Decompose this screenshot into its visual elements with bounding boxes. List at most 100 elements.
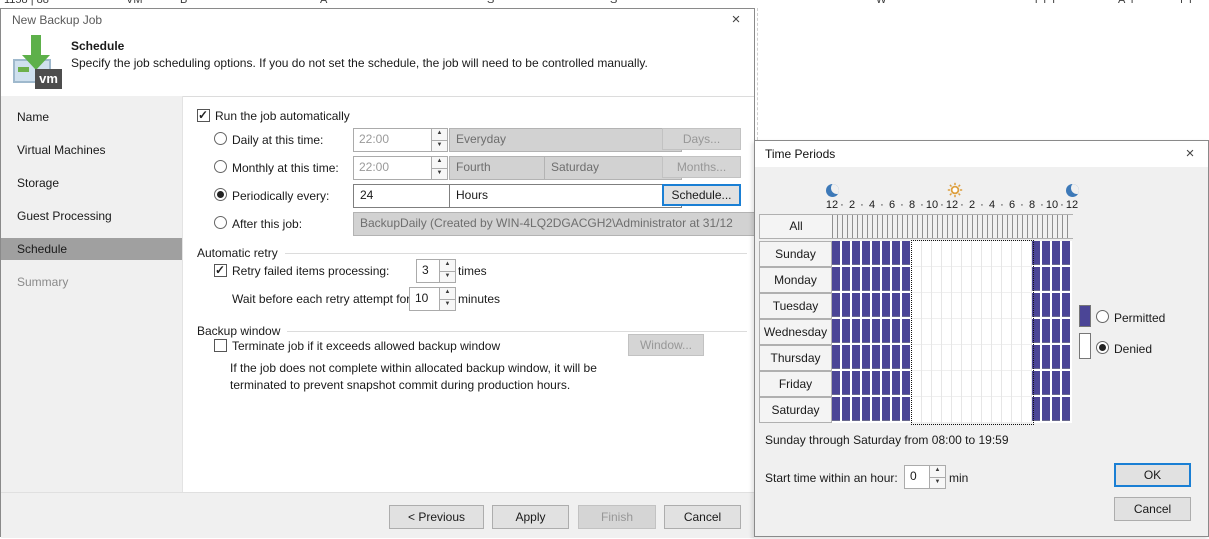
hour-cell-denied[interactable] (952, 319, 962, 345)
day-label-tuesday[interactable]: Tuesday (759, 293, 832, 319)
hour-cell-permitted[interactable] (842, 319, 852, 345)
hour-cell-denied[interactable] (932, 241, 942, 267)
hour-cell-denied[interactable] (972, 345, 982, 371)
hour-cell-permitted[interactable] (882, 267, 892, 293)
retry-count-spin-buttons[interactable]: ▲▼ (439, 260, 455, 282)
hour-cell-denied[interactable] (952, 397, 962, 423)
hour-cell-permitted[interactable] (1032, 293, 1042, 319)
hour-cell-denied[interactable] (912, 345, 922, 371)
daily-time-spin-buttons[interactable]: ▲▼ (431, 129, 447, 151)
hour-cell-permitted[interactable] (882, 345, 892, 371)
hour-cell-denied[interactable] (952, 267, 962, 293)
hour-cell-denied[interactable] (1002, 345, 1012, 371)
hour-cell-denied[interactable] (992, 293, 1002, 319)
monthly-time-spin-buttons[interactable]: ▲▼ (431, 157, 447, 179)
previous-button[interactable]: < Previous (389, 505, 484, 529)
hour-cell-denied[interactable] (982, 319, 992, 345)
hour-cell-denied[interactable] (1022, 319, 1032, 345)
hour-cell-permitted[interactable] (902, 241, 912, 267)
daily-radio[interactable] (214, 132, 227, 145)
hour-cell-permitted[interactable] (892, 345, 902, 371)
hour-cell-permitted[interactable] (1032, 397, 1042, 423)
hour-cell-permitted[interactable] (832, 371, 842, 397)
hour-cell-permitted[interactable] (892, 293, 902, 319)
hour-cell-denied[interactable] (942, 293, 952, 319)
hour-cell-permitted[interactable] (842, 293, 852, 319)
hour-cell-denied[interactable] (952, 345, 962, 371)
day-label-monday[interactable]: Monday (759, 267, 832, 293)
hour-cell-permitted[interactable] (832, 267, 842, 293)
hour-cell-permitted[interactable] (1042, 293, 1052, 319)
hour-cell-denied[interactable] (942, 397, 952, 423)
hour-cell-denied[interactable] (1012, 371, 1022, 397)
hour-cell-permitted[interactable] (852, 293, 862, 319)
hour-cell-denied[interactable] (942, 345, 952, 371)
hour-cell-denied[interactable] (1012, 345, 1022, 371)
hour-cell-denied[interactable] (1012, 241, 1022, 267)
hour-cell-permitted[interactable] (902, 293, 912, 319)
hour-cell-denied[interactable] (1022, 293, 1032, 319)
hour-cell-permitted[interactable] (872, 293, 882, 319)
day-label-friday[interactable]: Friday (759, 371, 832, 397)
close-icon[interactable]: × (1182, 146, 1198, 162)
hour-cell-denied[interactable] (962, 319, 972, 345)
hour-cell-denied[interactable] (952, 371, 962, 397)
periodic-unit-dropdown[interactable]: Hours (449, 184, 682, 208)
hour-cell-denied[interactable] (1002, 293, 1012, 319)
hour-cell-denied[interactable] (962, 345, 972, 371)
hour-cell-permitted[interactable] (1032, 319, 1042, 345)
hour-cell-denied[interactable] (1022, 397, 1032, 423)
hour-cell-permitted[interactable] (1042, 371, 1052, 397)
cancel-button[interactable]: Cancel (1114, 497, 1191, 521)
start-time-spinner[interactable]: 0 ▲▼ (904, 465, 946, 489)
hour-cell-permitted[interactable] (1052, 345, 1062, 371)
hour-cell-permitted[interactable] (852, 319, 862, 345)
day-label-saturday[interactable]: Saturday (759, 397, 832, 423)
hour-cell-permitted[interactable] (872, 267, 882, 293)
hour-cell-denied[interactable] (992, 319, 1002, 345)
hour-cell-denied[interactable] (972, 293, 982, 319)
hour-cell-permitted[interactable] (892, 241, 902, 267)
hour-cell-denied[interactable] (1022, 241, 1032, 267)
hour-cell-permitted[interactable] (862, 241, 872, 267)
hour-cell-permitted[interactable] (882, 319, 892, 345)
hour-cell-denied[interactable] (932, 319, 942, 345)
hour-cell-denied[interactable] (942, 319, 952, 345)
hour-cell-denied[interactable] (962, 241, 972, 267)
hour-cell-permitted[interactable] (882, 397, 892, 423)
hour-cell-denied[interactable] (932, 397, 942, 423)
hour-cell-permitted[interactable] (1052, 371, 1062, 397)
hour-cell-denied[interactable] (912, 371, 922, 397)
hour-cell-permitted[interactable] (1052, 267, 1062, 293)
hour-cell-denied[interactable] (912, 241, 922, 267)
hour-cell-permitted[interactable] (1042, 267, 1052, 293)
hour-cell-permitted[interactable] (852, 371, 862, 397)
hour-cell-denied[interactable] (992, 267, 1002, 293)
retry-count-spinner[interactable]: 3 ▲▼ (416, 259, 456, 283)
hour-cell-permitted[interactable] (832, 319, 842, 345)
hour-cell-permitted[interactable] (902, 345, 912, 371)
sidebar-item-storage[interactable]: Storage (1, 172, 182, 194)
hour-cell-denied[interactable] (922, 397, 932, 423)
hour-cell-denied[interactable] (962, 267, 972, 293)
hour-cell-permitted[interactable] (1062, 319, 1072, 345)
hour-cell-denied[interactable] (1002, 267, 1012, 293)
retry-checkbox[interactable] (214, 264, 227, 277)
hour-cell-permitted[interactable] (1042, 345, 1052, 371)
hour-cell-permitted[interactable] (882, 293, 892, 319)
hour-cell-denied[interactable] (1022, 371, 1032, 397)
hour-cell-denied[interactable] (922, 241, 932, 267)
hour-cell-permitted[interactable] (892, 319, 902, 345)
hour-cell-denied[interactable] (952, 293, 962, 319)
hour-cell-permitted[interactable] (862, 397, 872, 423)
day-label-sunday[interactable]: Sunday (759, 241, 832, 267)
hour-cell-denied[interactable] (972, 319, 982, 345)
hour-cell-denied[interactable] (982, 397, 992, 423)
day-label-wednesday[interactable]: Wednesday (759, 319, 832, 345)
hour-cell-permitted[interactable] (862, 371, 872, 397)
day-label-all[interactable]: All (759, 214, 833, 239)
hour-cell-denied[interactable] (1002, 241, 1012, 267)
hour-cell-permitted[interactable] (1062, 371, 1072, 397)
hour-cell-permitted[interactable] (1062, 345, 1072, 371)
wait-minutes-spin-buttons[interactable]: ▲▼ (439, 288, 455, 310)
